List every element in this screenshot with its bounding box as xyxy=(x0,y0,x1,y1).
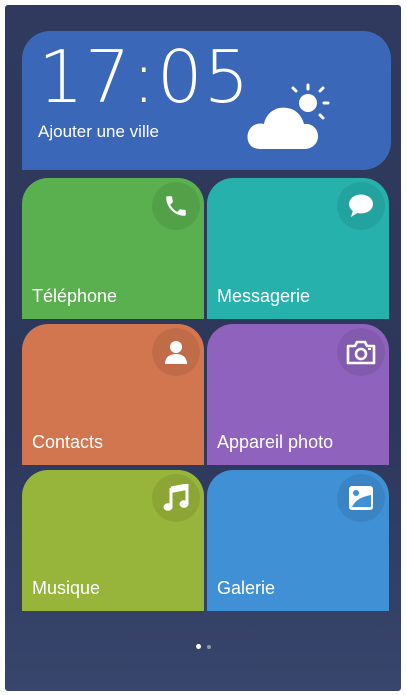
camera-icon-bubble xyxy=(337,328,385,376)
contact-icon-bubble xyxy=(152,328,200,376)
page-dot[interactable] xyxy=(206,644,211,649)
tile-messaging[interactable]: Messagerie xyxy=(207,178,389,319)
clock-time: 17:05 xyxy=(38,35,251,119)
page-dot-active[interactable] xyxy=(195,644,201,649)
tile-label-contacts: Contacts xyxy=(32,432,104,452)
tile-label-camera: Appareil photo xyxy=(217,432,334,452)
tile-gallery[interactable]: Galerie xyxy=(207,470,389,611)
tile-music[interactable]: Musique xyxy=(22,470,204,611)
phone-icon-bubble xyxy=(152,182,200,230)
music-icon-bubble xyxy=(152,474,200,522)
camera-icon xyxy=(346,340,376,365)
tile-phone[interactable]: Téléphone xyxy=(22,178,204,319)
phone-icon xyxy=(166,196,186,216)
tile-camera[interactable]: Appareil photo xyxy=(207,324,389,465)
tile-label-messaging: Messagerie xyxy=(217,286,311,306)
partly-cloudy-icon xyxy=(247,83,330,149)
gallery-icon xyxy=(349,486,373,510)
contact-icon xyxy=(165,341,187,364)
gallery-icon-bubble xyxy=(337,474,385,522)
tile-label-phone: Téléphone xyxy=(32,286,118,306)
add-city-link[interactable]: Ajouter une ville xyxy=(38,122,159,142)
page-indicator xyxy=(5,644,401,649)
music-note-icon xyxy=(163,484,189,511)
home-screen: 17:05 Ajouter une ville Téléphone Messag… xyxy=(5,5,401,691)
tile-label-gallery: Galerie xyxy=(217,578,276,598)
tile-contacts[interactable]: Contacts xyxy=(22,324,204,465)
message-icon-bubble xyxy=(337,182,385,230)
message-icon xyxy=(349,194,373,217)
tile-label-music: Musique xyxy=(32,578,101,598)
clock-weather-widget[interactable]: 17:05 Ajouter une ville xyxy=(22,31,391,170)
